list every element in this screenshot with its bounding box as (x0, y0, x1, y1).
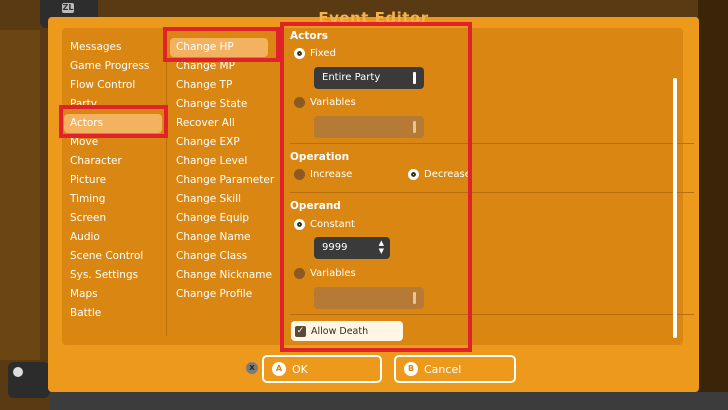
section-divider (290, 314, 694, 315)
command-item[interactable]: Change Skill (176, 190, 276, 209)
command-item[interactable]: Change Name (176, 228, 276, 247)
operation-section-title: Operation (290, 151, 350, 163)
constant-label: Constant (310, 219, 355, 230)
category-label: Actors (64, 114, 162, 133)
actors-section-title: Actors (290, 30, 329, 42)
ok-label: OK (292, 362, 308, 376)
category-item[interactable]: Audio (70, 228, 160, 247)
category-item[interactable]: Sys. Settings (70, 266, 160, 285)
x-key-icon: X (246, 362, 258, 374)
command-item[interactable]: Change Level (176, 152, 276, 171)
radio-on-icon (294, 48, 305, 59)
command-item[interactable]: Change Profile (176, 285, 276, 304)
command-item-selected[interactable]: Change HP (170, 38, 276, 57)
section-divider (290, 192, 694, 193)
category-item[interactable]: Flow Control (70, 76, 160, 95)
operand-section-title: Operand (290, 200, 341, 212)
allow-death-label: Allow Death (311, 325, 369, 337)
fixed-label: Fixed (310, 48, 336, 59)
a-key-icon: A (272, 362, 286, 376)
category-item[interactable]: Screen (70, 209, 160, 228)
category-item[interactable]: Game Progress (70, 57, 160, 76)
radio-off-icon (294, 268, 305, 279)
actor-variable-select[interactable] (314, 116, 424, 138)
dialog-title: Event Editor (318, 9, 429, 27)
bottom-bar (50, 392, 728, 410)
category-item[interactable]: Move (70, 133, 160, 152)
radio-off-icon (294, 97, 305, 108)
increase-label: Increase (310, 169, 353, 180)
radio-on-icon (294, 219, 305, 230)
constant-radio[interactable]: Constant (294, 219, 355, 230)
command-item[interactable]: Change Class (176, 247, 276, 266)
divider (166, 40, 167, 336)
ok-button[interactable]: A OK (262, 355, 382, 383)
command-item[interactable]: Change MP (176, 57, 276, 76)
background-map (0, 30, 40, 360)
command-item[interactable]: Change EXP (176, 133, 276, 152)
stepper-arrows-icon: ▲ ▼ (378, 239, 384, 255)
dropdown-handle-icon (413, 121, 416, 133)
decrease-label: Decrease (424, 169, 471, 180)
command-item[interactable]: Change State (176, 95, 276, 114)
event-editor-dialog: Event Editor Messages Game Progress Flow… (48, 9, 699, 392)
command-item[interactable]: Change Equip (176, 209, 276, 228)
operand-variable-select[interactable] (314, 287, 424, 309)
fixed-radio[interactable]: Fixed (294, 48, 336, 59)
command-item[interactable]: Change TP (176, 76, 276, 95)
increase-radio[interactable]: Increase (294, 169, 352, 180)
dropdown-handle-icon (413, 292, 416, 304)
category-item[interactable]: Messages (70, 38, 160, 57)
category-item[interactable]: Picture (70, 171, 160, 190)
radio-off-icon (294, 169, 305, 180)
allow-death-checkbox[interactable]: ✓ Allow Death (291, 321, 403, 341)
operand-variables-label: Variables (310, 268, 356, 279)
cancel-label: Cancel (424, 362, 462, 376)
actor-select-value: Entire Party (322, 72, 381, 83)
command-item[interactable]: Recover All (176, 114, 276, 133)
radio-on-icon (408, 169, 419, 180)
category-item[interactable]: Party (70, 95, 160, 114)
checkmark-icon: ✓ (295, 325, 306, 337)
actor-select[interactable]: Entire Party (314, 67, 424, 89)
category-item[interactable]: Timing (70, 190, 160, 209)
actor-variables-label: Variables (310, 97, 356, 108)
background-right (698, 0, 728, 410)
category-item[interactable]: Character (70, 152, 160, 171)
operand-variables-radio[interactable]: Variables (294, 268, 356, 279)
decrease-radio[interactable]: Decrease (408, 169, 471, 180)
cancel-button[interactable]: B Cancel (394, 355, 516, 383)
category-item-selected[interactable]: Actors (64, 114, 162, 133)
category-list: Messages Game Progress Flow Control Part… (64, 38, 162, 323)
constant-value: 9999 (322, 242, 348, 253)
editor-panel: Messages Game Progress Flow Control Part… (62, 28, 694, 345)
actor-variables-radio[interactable]: Variables (294, 97, 356, 108)
category-item[interactable]: Scene Control (70, 247, 160, 266)
command-label: Change HP (170, 38, 268, 57)
b-key-icon: B (404, 362, 418, 376)
category-item[interactable]: Maps (70, 285, 160, 304)
section-divider (290, 143, 694, 144)
command-item[interactable]: Change Parameter (176, 171, 276, 190)
scrollbar[interactable] (673, 78, 677, 338)
category-item[interactable]: Battle (70, 304, 160, 323)
dropdown-handle-icon (413, 72, 416, 84)
command-item[interactable]: Change Nickname (176, 266, 276, 285)
minus-button[interactable] (8, 362, 50, 398)
minus-icon (13, 367, 23, 377)
command-list: Change HP Change MP Change TP Change Sta… (170, 38, 276, 304)
constant-stepper[interactable]: 9999 ▲ ▼ (314, 237, 390, 259)
